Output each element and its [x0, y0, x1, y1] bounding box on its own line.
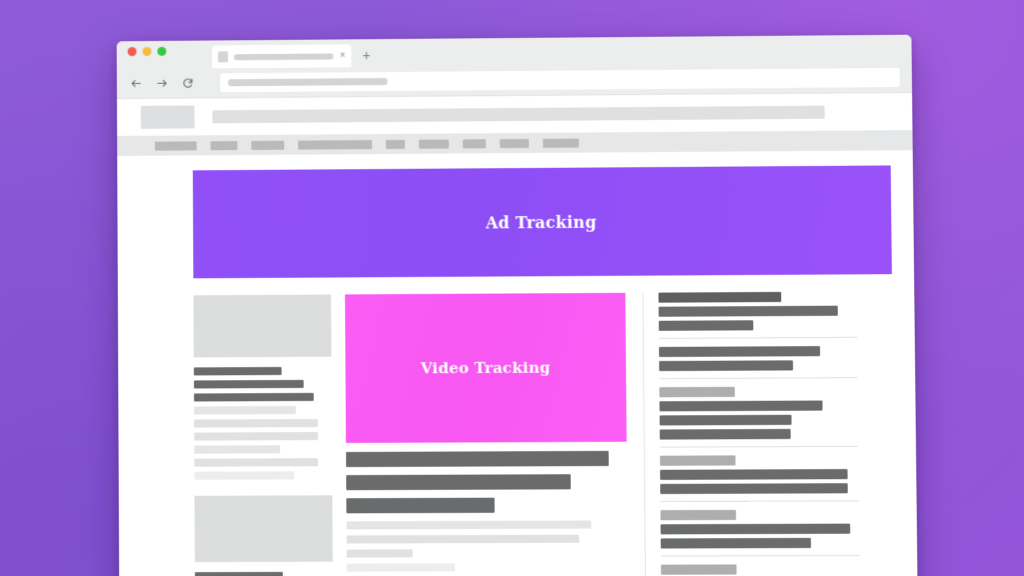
sidebar-link-4-2[interactable] — [660, 469, 848, 480]
sidebar-link-3-3[interactable] — [659, 414, 792, 426]
left-spacer — [194, 484, 332, 496]
back-arrow-icon[interactable] — [130, 77, 143, 90]
sidebar-link-5-2[interactable] — [660, 523, 851, 535]
site-logo-placeholder[interactable] — [140, 105, 195, 129]
left-text-line-2 — [193, 366, 282, 376]
sidebar-group-6 — [660, 564, 860, 576]
left-image-placeholder — [193, 294, 332, 358]
sidebar-divider-3 — [659, 445, 859, 448]
close-window-button[interactable] — [127, 46, 137, 56]
mid-text-line-3 — [346, 497, 495, 514]
close-tab-icon[interactable]: × — [340, 50, 346, 61]
mid-text-line-1 — [346, 450, 609, 468]
left-text-line-6 — [194, 418, 318, 428]
sidebar-link-1-1[interactable] — [658, 291, 782, 303]
mid-text-line-2 — [346, 474, 571, 491]
sidebar-group-1 — [658, 291, 857, 331]
browser-window: × + Ad Tracking Video Tracking — [116, 34, 918, 576]
left-text-line-3 — [193, 379, 304, 389]
sidebar-divider-5 — [660, 554, 860, 557]
sidebar-link-5-1[interactable] — [660, 509, 737, 521]
address-bar-input[interactable] — [220, 67, 900, 93]
address-bar-value-placeholder — [228, 77, 388, 87]
left-text-line-4 — [193, 392, 314, 402]
sidebar-link-3-2[interactable] — [659, 400, 823, 412]
sidebar-link-1-2[interactable] — [658, 305, 838, 317]
sidebar-link-groups — [658, 291, 860, 576]
sidebar-column: Social Trackers — [642, 291, 862, 576]
sidebar-link-6-1[interactable] — [660, 564, 737, 575]
nav-item-9[interactable] — [542, 138, 579, 148]
sidebar-divider-4 — [660, 500, 859, 503]
sidebar-link-5-3[interactable] — [660, 537, 811, 549]
sidebar-link-2-2[interactable] — [659, 360, 794, 372]
mid-text-line-6 — [346, 549, 413, 558]
nav-item-4[interactable] — [298, 139, 372, 150]
sidebar-link-4-3[interactable] — [660, 483, 848, 495]
content-columns: Video Tracking Social Trackers — [138, 291, 899, 576]
mid-text-line-5 — [346, 534, 580, 544]
window-controls — [127, 41, 167, 69]
left-text-line-7 — [194, 432, 318, 441]
sidebar-group-2 — [658, 346, 858, 372]
sidebar-link-3-1[interactable] — [659, 386, 735, 398]
mid-text-line-7 — [346, 563, 455, 572]
article-text-skeleton — [346, 450, 628, 576]
left-text-line-10 — [194, 471, 295, 480]
ad-video-label: Video Tracking — [420, 358, 551, 378]
site-header — [116, 92, 913, 136]
mid-text-line-4 — [346, 520, 592, 530]
browser-tab[interactable]: × — [212, 44, 352, 69]
site-header-banner-placeholder — [212, 105, 825, 124]
nav-item-3[interactable] — [251, 140, 285, 150]
left-text-line-9 — [194, 458, 319, 467]
nav-item-2[interactable] — [210, 140, 238, 150]
sidebar-group-3 — [659, 386, 858, 440]
ad-video-block[interactable]: Video Tracking — [344, 292, 627, 443]
forward-arrow-icon[interactable] — [156, 77, 169, 90]
tab-title-placeholder — [233, 52, 334, 60]
left-text-line-5 — [194, 406, 296, 415]
scene-background: × + Ad Tracking Video Tracking — [0, 0, 1024, 576]
sidebar-link-3-4[interactable] — [659, 428, 791, 440]
left-text-line-13 — [194, 571, 283, 576]
maximize-window-button[interactable] — [157, 46, 167, 56]
minimize-window-button[interactable] — [142, 46, 152, 56]
left-text-line-8 — [194, 445, 281, 454]
ad-leaderboard-banner[interactable]: Ad Tracking — [192, 165, 892, 279]
reload-icon[interactable] — [181, 77, 194, 90]
page-content: Ad Tracking Video Tracking — [117, 150, 918, 576]
nav-item-6[interactable] — [418, 139, 449, 149]
nav-item-5[interactable] — [385, 139, 405, 149]
sidebar-divider-2 — [659, 377, 858, 380]
sidebar-link-2-1[interactable] — [658, 346, 821, 358]
nav-item-7[interactable] — [462, 138, 486, 148]
sidebar-link-4-1[interactable] — [659, 455, 736, 466]
left-image-placeholder — [194, 495, 333, 563]
sidebar-link-1-3[interactable] — [658, 320, 754, 331]
nav-item-8[interactable] — [499, 138, 529, 148]
nav-item-1[interactable] — [154, 140, 197, 151]
sidebar-group-5 — [660, 509, 859, 549]
sidebar-divider-1 — [658, 336, 858, 339]
sidebar-group-4 — [659, 455, 859, 495]
main-content-column: Video Tracking — [344, 292, 629, 576]
new-tab-button[interactable]: + — [362, 47, 370, 67]
ad-leaderboard-label: Ad Tracking — [485, 212, 597, 232]
left-content-column — [193, 294, 333, 576]
tab-favicon-icon — [217, 51, 229, 63]
